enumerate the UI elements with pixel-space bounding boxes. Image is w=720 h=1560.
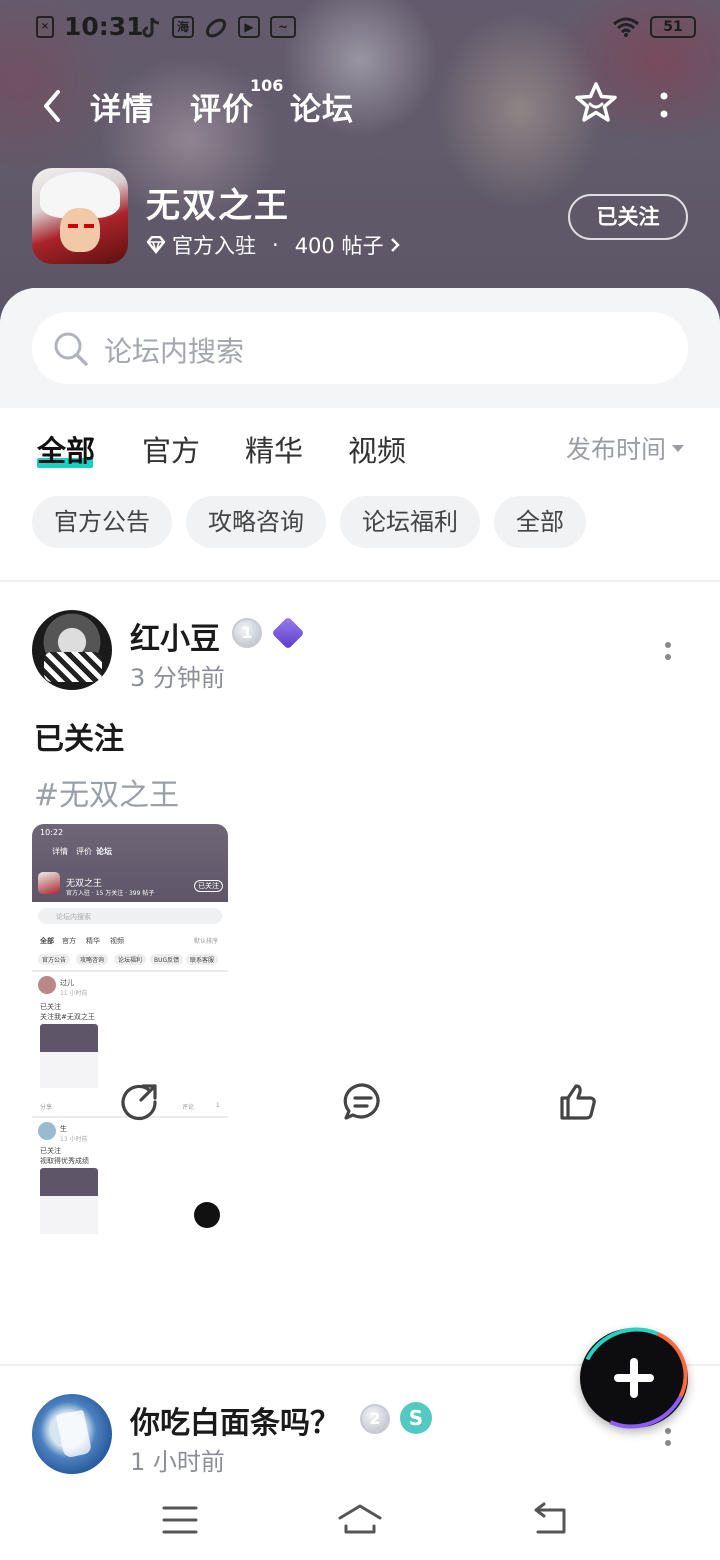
status-time: 10:31 [64, 12, 144, 41]
follow-button[interactable]: 已关注 [568, 194, 688, 240]
filter-tab-featured[interactable]: 精华 [245, 428, 303, 470]
sort-dropdown[interactable]: 发布时间 [566, 430, 685, 466]
game-icon[interactable] [32, 168, 128, 264]
post-title[interactable]: 已关注 [34, 714, 124, 758]
chip-official-notice[interactable]: 官方公告 [32, 496, 172, 548]
sim-icon: × [36, 16, 54, 38]
game-info: 无双之王 官方入驻 · 400 帖子 已关注 [0, 168, 720, 268]
menu-icon[interactable] [158, 1500, 202, 1540]
filter-tab-all[interactable]: 全部 [37, 428, 95, 470]
forum-header: × 10:31 海 ▶ ~ 51 详情 评价 106 论坛 无双之王 官方入驻 … [0, 0, 720, 330]
share-icon[interactable] [119, 1080, 163, 1124]
level-badge: 2 [360, 1404, 390, 1434]
meta-separator: · [272, 233, 279, 257]
chevron-right-icon [391, 238, 401, 252]
create-post-button[interactable] [566, 1312, 702, 1444]
comment-icon[interactable] [341, 1080, 385, 1124]
author-name[interactable]: 你吃白面条吗？ [130, 1398, 340, 1442]
game-meta[interactable]: 官方入驻 · 400 帖子 [146, 230, 401, 260]
search-icon [54, 332, 88, 366]
tiktok-icon [142, 17, 160, 38]
author-name[interactable]: 红小豆 [130, 614, 220, 658]
tab-forum[interactable]: 论坛 [290, 84, 354, 129]
system-nav-bar [0, 1486, 720, 1560]
divider [0, 580, 720, 582]
emblem-badge-icon: S [400, 1402, 432, 1434]
tab-reviews[interactable]: 评价 [190, 84, 254, 129]
post-more-icon[interactable] [654, 638, 682, 668]
filter-tabs: 全部 官方 精华 视频 发布时间 [0, 428, 720, 478]
category-chips: 官方公告 攻略咨询 论坛福利 全部 [32, 496, 586, 548]
pulse-icon: ~ [270, 16, 296, 38]
star-favorite-icon[interactable] [573, 80, 619, 126]
filter-tab-official[interactable]: 官方 [142, 428, 200, 470]
chip-all[interactable]: 全部 [494, 496, 586, 548]
post-time: 3 分钟前 [130, 664, 225, 692]
back-icon[interactable] [36, 84, 68, 128]
review-count-badge: 106 [250, 76, 284, 95]
diamond-icon [146, 236, 166, 254]
post-actions [0, 1080, 720, 1140]
wifi-icon [613, 17, 639, 37]
caret-down-icon [672, 444, 685, 452]
avatar[interactable] [32, 610, 112, 690]
battery-icon: 51 [650, 16, 696, 38]
official-label: 官方入驻 [172, 234, 256, 258]
sort-label: 发布时间 [566, 435, 667, 464]
chip-guide-questions[interactable]: 攻略咨询 [186, 496, 326, 548]
post-more-icon[interactable] [654, 1424, 682, 1454]
like-icon[interactable] [556, 1080, 600, 1124]
filter-tab-video[interactable]: 视频 [348, 428, 406, 470]
post-time: 1 小时前 [130, 1448, 225, 1476]
post-count: 400 帖子 [294, 234, 384, 258]
avatar[interactable] [32, 1394, 112, 1474]
tab-details[interactable]: 详情 [90, 84, 154, 129]
chip-forum-perks[interactable]: 论坛福利 [340, 496, 480, 548]
game-title: 无双之王 [146, 186, 290, 226]
top-nav: 详情 评价 106 论坛 [0, 76, 720, 136]
status-bar: × 10:31 海 ▶ ~ 51 [0, 0, 720, 56]
back-nav-icon[interactable] [528, 1500, 572, 1540]
link-icon [205, 18, 227, 38]
home-icon[interactable] [336, 1500, 384, 1540]
more-vertical-icon[interactable] [650, 86, 678, 126]
dice-badge-icon [271, 616, 305, 650]
level-badge: 1 [232, 618, 262, 648]
topic-tag[interactable]: #无双之王 [34, 770, 179, 814]
post-image[interactable]: 10:22 详情 评价 论坛 无双之王 官方入驻 · 15 万关注 · 399 … [32, 824, 228, 1260]
play-icon: ▶ [238, 16, 260, 38]
search-placeholder: 论坛内搜索 [104, 335, 245, 368]
app-icon: 海 [172, 16, 194, 38]
post-card[interactable]: 红小豆 1 3 分钟前 已关注 #无双之王 10:22 详情 评价 论坛 无双之… [0, 610, 720, 1260]
search-input[interactable]: 论坛内搜索 [32, 312, 688, 384]
